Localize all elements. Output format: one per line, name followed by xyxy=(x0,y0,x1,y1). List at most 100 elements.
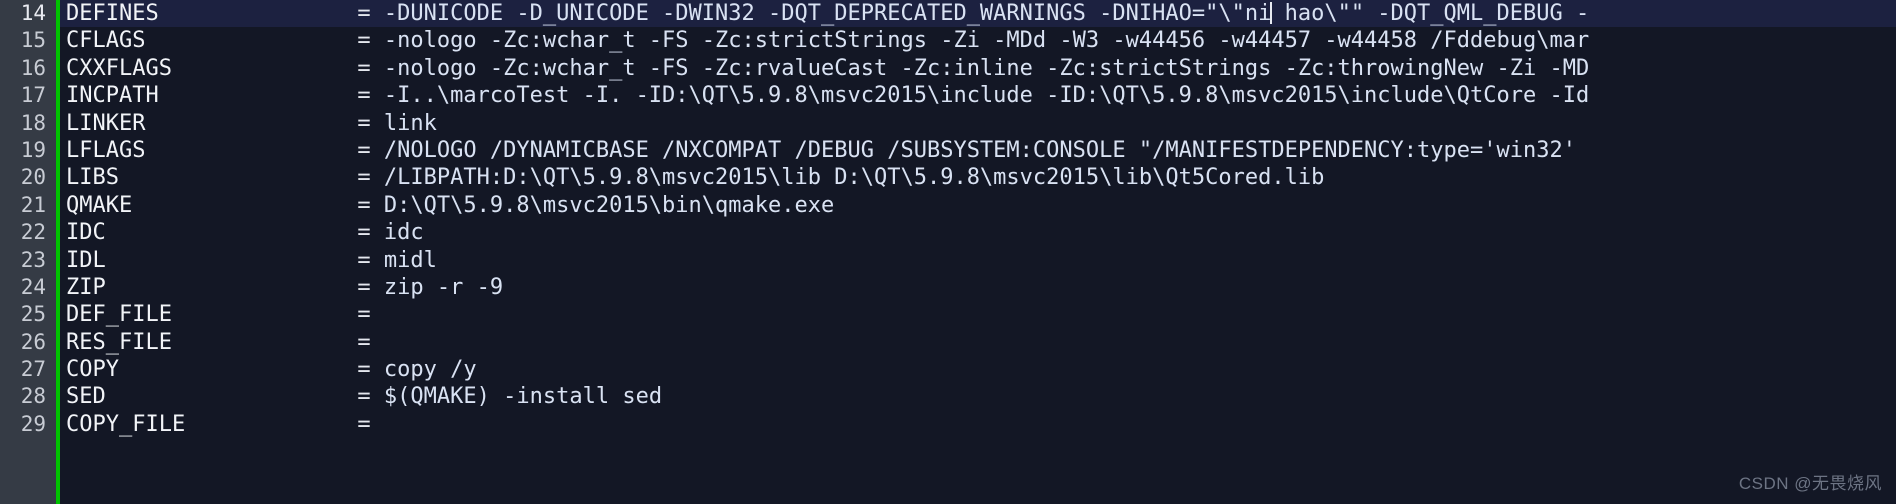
csdn-watermark: CSDN @无畏烧风 xyxy=(1738,474,1882,493)
alignment-padding xyxy=(132,193,357,218)
assignment-operator: = xyxy=(357,83,371,109)
assignment-operator: = xyxy=(357,137,371,163)
code-line[interactable]: LFLAGS = /NOLOGO /DYNAMICBASE /NXCOMPAT … xyxy=(60,137,1896,164)
assignment-operator: = xyxy=(357,247,371,273)
code-line[interactable]: DEFINES = -DUNICODE -D_UNICODE -DWIN32 -… xyxy=(60,0,1896,28)
code-rows: DEFINES = -DUNICODE -D_UNICODE -DWIN32 -… xyxy=(60,0,1896,438)
variable-name: CFLAGS xyxy=(66,28,146,54)
code-line[interactable]: LINKER = link xyxy=(60,110,1896,137)
variable-name: LFLAGS xyxy=(66,137,146,163)
variable-value: -nologo -Zc:wchar_t -FS -Zc:rvalueCast -… xyxy=(383,55,1590,81)
assignment-operator: = xyxy=(357,411,371,437)
variable-value: idc xyxy=(383,220,424,246)
code-line[interactable]: IDC = idc xyxy=(60,219,1896,246)
alignment-padding xyxy=(106,384,358,409)
code-line[interactable]: QMAKE = D:\QT\5.9.8\msvc2015\bin\qmake.e… xyxy=(60,192,1896,219)
assignment-operator: = xyxy=(357,384,371,410)
assignment-operator: = xyxy=(357,55,371,81)
code-line[interactable]: SED = $(QMAKE) -install sed xyxy=(60,383,1896,410)
variable-name: SED xyxy=(66,384,106,410)
variable-value-after-cursor: hao\"" -DQT_QML_DEBUG - xyxy=(1271,1,1590,26)
variable-name: ZIP xyxy=(66,274,106,300)
line-number-gutter[interactable]: 14 15 16 17 18 19 20 21 22 23 24 25 26 27 28 29 xyxy=(0,0,56,504)
line-number: 14 xyxy=(20,1,46,25)
code-line[interactable]: CFLAGS = -nologo -Zc:wchar_t -FS -Zc:str… xyxy=(60,27,1896,54)
code-text-area[interactable]: DEFINES = -DUNICODE -D_UNICODE -DWIN32 -… xyxy=(60,0,1896,504)
alignment-padding xyxy=(172,56,357,81)
variable-name: IDL xyxy=(66,247,106,273)
alignment-padding xyxy=(145,111,357,136)
variable-name: QMAKE xyxy=(66,192,133,218)
line-number: 19 xyxy=(20,137,46,162)
line-number: 21 xyxy=(20,192,46,217)
variable-value: /NOLOGO /DYNAMICBASE /NXCOMPAT /DEBUG /S… xyxy=(383,137,1576,163)
code-editor[interactable]: 14 15 16 17 18 19 20 21 22 23 24 25 26 27 28 29 DEFINES… xyxy=(0,0,1896,504)
line-number: 27 xyxy=(20,357,46,382)
variable-value: /LIBPATH:D:\QT\5.9.8\msvc2015\lib D:\QT\… xyxy=(383,165,1325,191)
line-number: 18 xyxy=(20,110,46,135)
alignment-padding xyxy=(119,165,357,190)
alignment-padding xyxy=(145,28,357,53)
alignment-padding xyxy=(145,138,357,163)
line-number: 22 xyxy=(20,220,46,245)
assignment-operator: = xyxy=(357,220,371,246)
line-number: 25 xyxy=(20,302,46,327)
assignment-operator: = xyxy=(357,110,371,136)
alignment-padding xyxy=(159,1,358,26)
code-line[interactable]: RES_FILE = xyxy=(60,329,1896,356)
code-line[interactable]: DEF_FILE = xyxy=(60,301,1896,328)
line-number: 17 xyxy=(20,83,46,108)
variable-name: INCPATH xyxy=(66,83,159,109)
alignment-padding xyxy=(172,302,357,327)
assignment-operator: = xyxy=(357,274,371,300)
alignment-padding xyxy=(159,83,358,108)
assignment-operator: = xyxy=(357,329,371,355)
variable-value: copy /y xyxy=(383,357,477,383)
variable-value: -I..\marcoTest -I. -ID:\QT\5.9.8\msvc201… xyxy=(383,83,1590,109)
assignment-operator: = xyxy=(357,28,371,54)
assignment-operator: = xyxy=(357,165,371,191)
alignment-padding xyxy=(119,357,357,382)
variable-name: DEF_FILE xyxy=(66,302,172,328)
editor-window: 14 15 16 17 18 19 20 21 22 23 24 25 26 27 28 29 DEFINES… xyxy=(0,0,1896,504)
line-number: 15 xyxy=(20,28,46,53)
alignment-padding xyxy=(172,330,357,355)
variable-value: $(QMAKE) -install sed xyxy=(383,384,663,410)
variable-name: DEFINES xyxy=(66,1,159,26)
code-line[interactable]: ZIP = zip -r -9 xyxy=(60,274,1896,301)
code-line[interactable]: LIBS = /LIBPATH:D:\QT\5.9.8\msvc2015\lib… xyxy=(60,164,1896,191)
code-line[interactable]: INCPATH = -I..\marcoTest -I. -ID:\QT\5.9… xyxy=(60,82,1896,109)
assignment-operator: = xyxy=(357,357,371,383)
code-line[interactable]: COPY_FILE = xyxy=(60,411,1896,438)
variable-value: zip -r -9 xyxy=(383,274,504,300)
alignment-padding xyxy=(106,220,358,245)
code-line[interactable]: IDL = midl xyxy=(60,247,1896,274)
variable-name: COPY xyxy=(66,357,119,383)
variable-name: CXXFLAGS xyxy=(66,55,172,81)
line-number: 23 xyxy=(20,247,46,272)
line-number: 26 xyxy=(20,329,46,354)
code-line[interactable]: COPY = copy /y xyxy=(60,356,1896,383)
variable-name: LINKER xyxy=(66,110,146,136)
alignment-padding xyxy=(106,275,358,300)
assignment-operator: = xyxy=(357,1,371,26)
code-line[interactable]: CXXFLAGS = -nologo -Zc:wchar_t -FS -Zc:r… xyxy=(60,55,1896,82)
line-number: 24 xyxy=(20,274,46,299)
variable-value: -nologo -Zc:wchar_t -FS -Zc:strictString… xyxy=(383,28,1590,54)
assignment-operator: = xyxy=(357,192,371,218)
line-number: 20 xyxy=(20,165,46,190)
